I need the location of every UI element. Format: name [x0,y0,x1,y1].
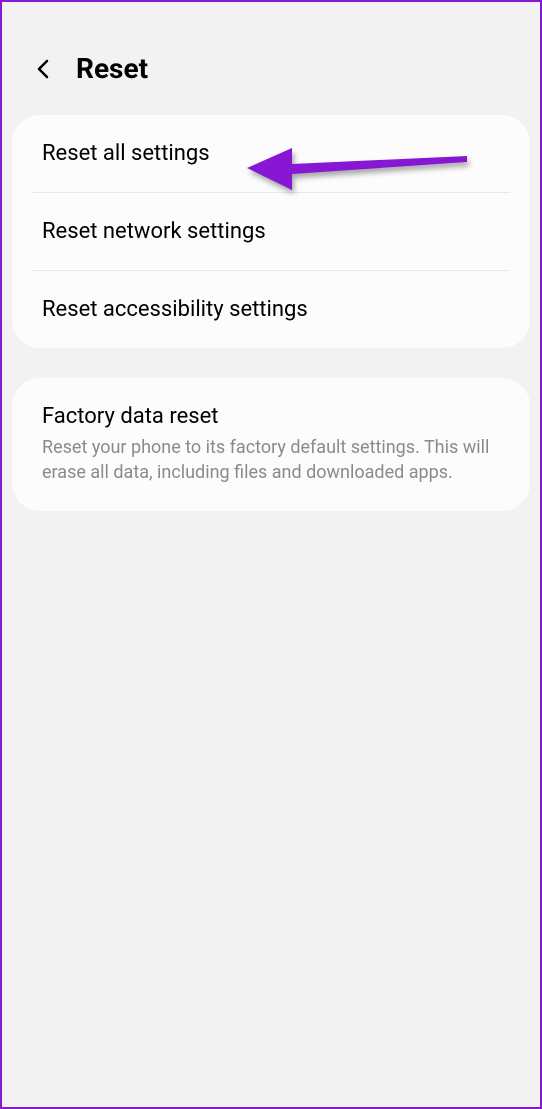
factory-reset-card: Factory data reset Reset your phone to i… [12,378,530,511]
reset-accessibility-settings-item[interactable]: Reset accessibility settings [12,271,530,348]
page-title: Reset [76,52,148,85]
list-item-label: Factory data reset [42,404,500,429]
reset-options-card: Reset all settings Reset network setting… [12,115,530,348]
list-item-label: Reset network settings [42,219,500,244]
factory-data-reset-item[interactable]: Factory data reset Reset your phone to i… [12,378,530,511]
list-item-label: Reset all settings [42,141,500,166]
list-item-description: Reset your phone to its factory default … [42,435,500,485]
reset-network-settings-item[interactable]: Reset network settings [12,193,530,270]
list-item-label: Reset accessibility settings [42,297,500,322]
reset-all-settings-item[interactable]: Reset all settings [12,115,530,192]
back-icon[interactable] [32,57,56,81]
header: Reset [2,2,540,115]
